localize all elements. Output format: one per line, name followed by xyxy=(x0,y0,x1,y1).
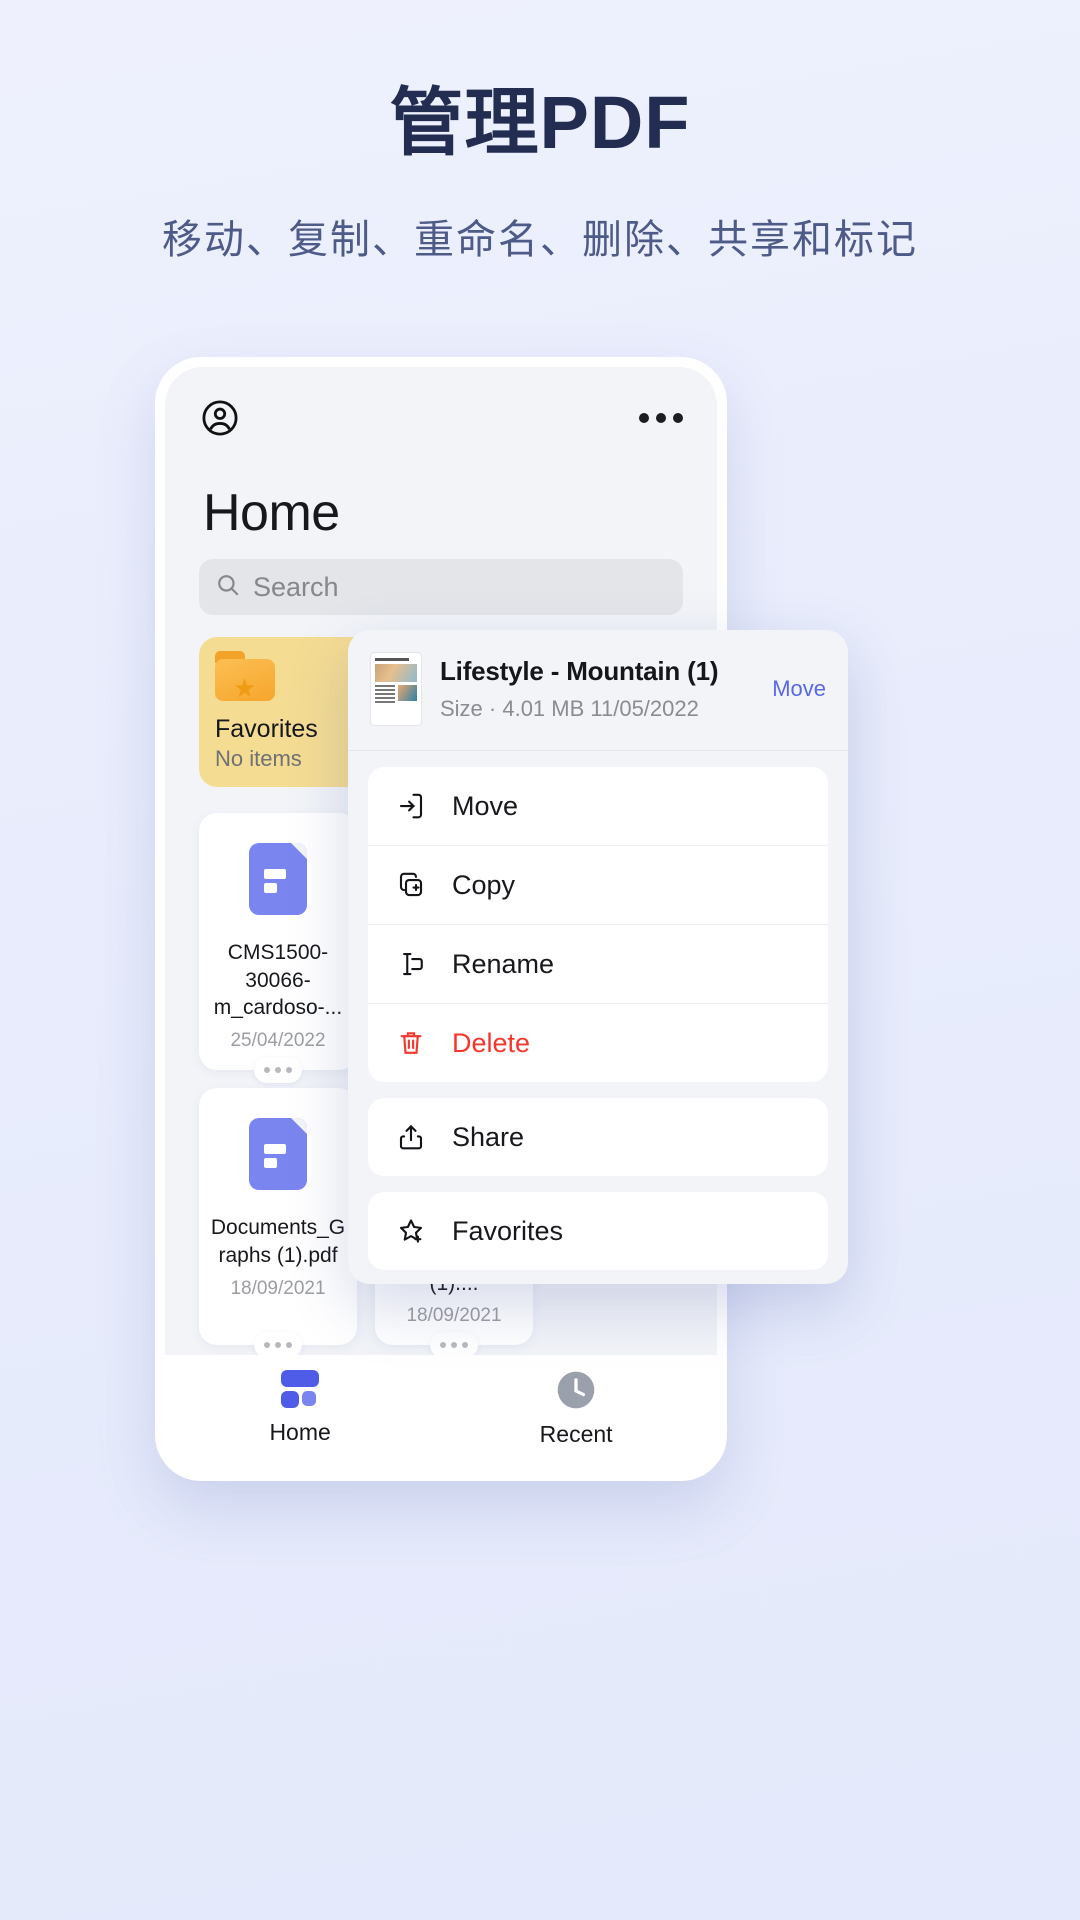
file-meta-block: Lifestyle - Mountain (1) Size · 4.01 MB … xyxy=(440,656,744,722)
file-name: Documents_Graphs (1).pdf xyxy=(210,1216,346,1267)
folder-star-icon: ★ xyxy=(215,651,275,703)
nav-label: Recent xyxy=(539,1421,613,1447)
file-action-sheet: Lifestyle - Mountain (1) Size · 4.01 MB … xyxy=(348,630,848,1284)
menu-label: Delete xyxy=(452,1027,531,1058)
file-date: 18/09/2021 xyxy=(230,1277,326,1299)
rename-icon xyxy=(394,947,428,981)
search-input[interactable]: Search xyxy=(199,559,683,615)
pdf-file-icon xyxy=(249,1118,307,1191)
file-size-date: Size · 4.01 MB 11/05/2022 xyxy=(440,696,699,721)
move-into-icon xyxy=(394,789,428,823)
menu-item-rename[interactable]: Rename xyxy=(368,925,828,1004)
more-horizontal-icon[interactable] xyxy=(254,1057,302,1084)
menu-label: Copy xyxy=(452,869,516,900)
file-date: 25/04/2022 xyxy=(230,1030,326,1052)
star-plus-icon xyxy=(394,1214,428,1248)
nav-item-recent[interactable]: Recent xyxy=(540,1368,613,1448)
menu-item-favorites[interactable]: Favorites xyxy=(368,1192,828,1270)
search-placeholder: Search xyxy=(253,571,339,602)
nav-item-home[interactable]: Home xyxy=(269,1370,331,1446)
menu-label: Rename xyxy=(452,948,555,979)
menu-item-move[interactable]: Move xyxy=(368,767,828,846)
file-date: 18/09/2021 xyxy=(406,1305,502,1327)
file-name: CMS1500-30066-m_cardoso-... xyxy=(213,941,343,1020)
trash-icon xyxy=(394,1026,428,1060)
action-group-share: Share xyxy=(368,1098,828,1176)
menu-label: Favorites xyxy=(452,1215,564,1246)
action-sheet-header: Lifestyle - Mountain (1) Size · 4.01 MB … xyxy=(348,630,848,751)
home-title: Home xyxy=(203,484,340,542)
page-title: 管理PDF xyxy=(389,81,691,164)
more-horizontal-icon[interactable] xyxy=(639,413,683,423)
share-icon xyxy=(394,1120,428,1154)
copy-plus-icon xyxy=(394,868,428,902)
menu-item-copy[interactable]: Copy xyxy=(368,846,828,925)
file-card[interactable]: Documents_Graphs (1).pdf 18/09/2021 xyxy=(199,1088,357,1359)
promo-header: 管理PDF 移动、复制、重命名、删除、共享和标记 xyxy=(0,0,1080,265)
file-card[interactable]: CMS1500-30066-m_cardoso-... 25/04/2022 xyxy=(199,813,357,1084)
nav-label: Home xyxy=(269,1419,331,1445)
menu-label: Share xyxy=(452,1121,525,1152)
menu-item-delete[interactable]: Delete xyxy=(368,1004,828,1082)
promo-subtitle: 移动、复制、重命名、删除、共享和标记 xyxy=(162,218,918,263)
pdf-file-icon xyxy=(249,843,307,915)
app-header xyxy=(165,367,717,439)
file-title: Lifestyle - Mountain (1) xyxy=(440,656,719,686)
search-icon xyxy=(215,572,241,603)
action-group-primary: Move Copy Rename Delete xyxy=(368,767,828,1082)
account-circle-icon[interactable] xyxy=(199,397,241,439)
menu-item-share[interactable]: Share xyxy=(368,1098,828,1176)
home-grid-icon xyxy=(277,1370,323,1410)
move-link[interactable]: Move xyxy=(762,676,826,702)
bottom-navigation: Home Recent xyxy=(165,1355,717,1471)
menu-label: Move xyxy=(452,790,519,821)
action-group-favorites: Favorites xyxy=(368,1192,828,1270)
file-thumbnail xyxy=(370,652,422,726)
clock-icon xyxy=(554,1368,598,1412)
